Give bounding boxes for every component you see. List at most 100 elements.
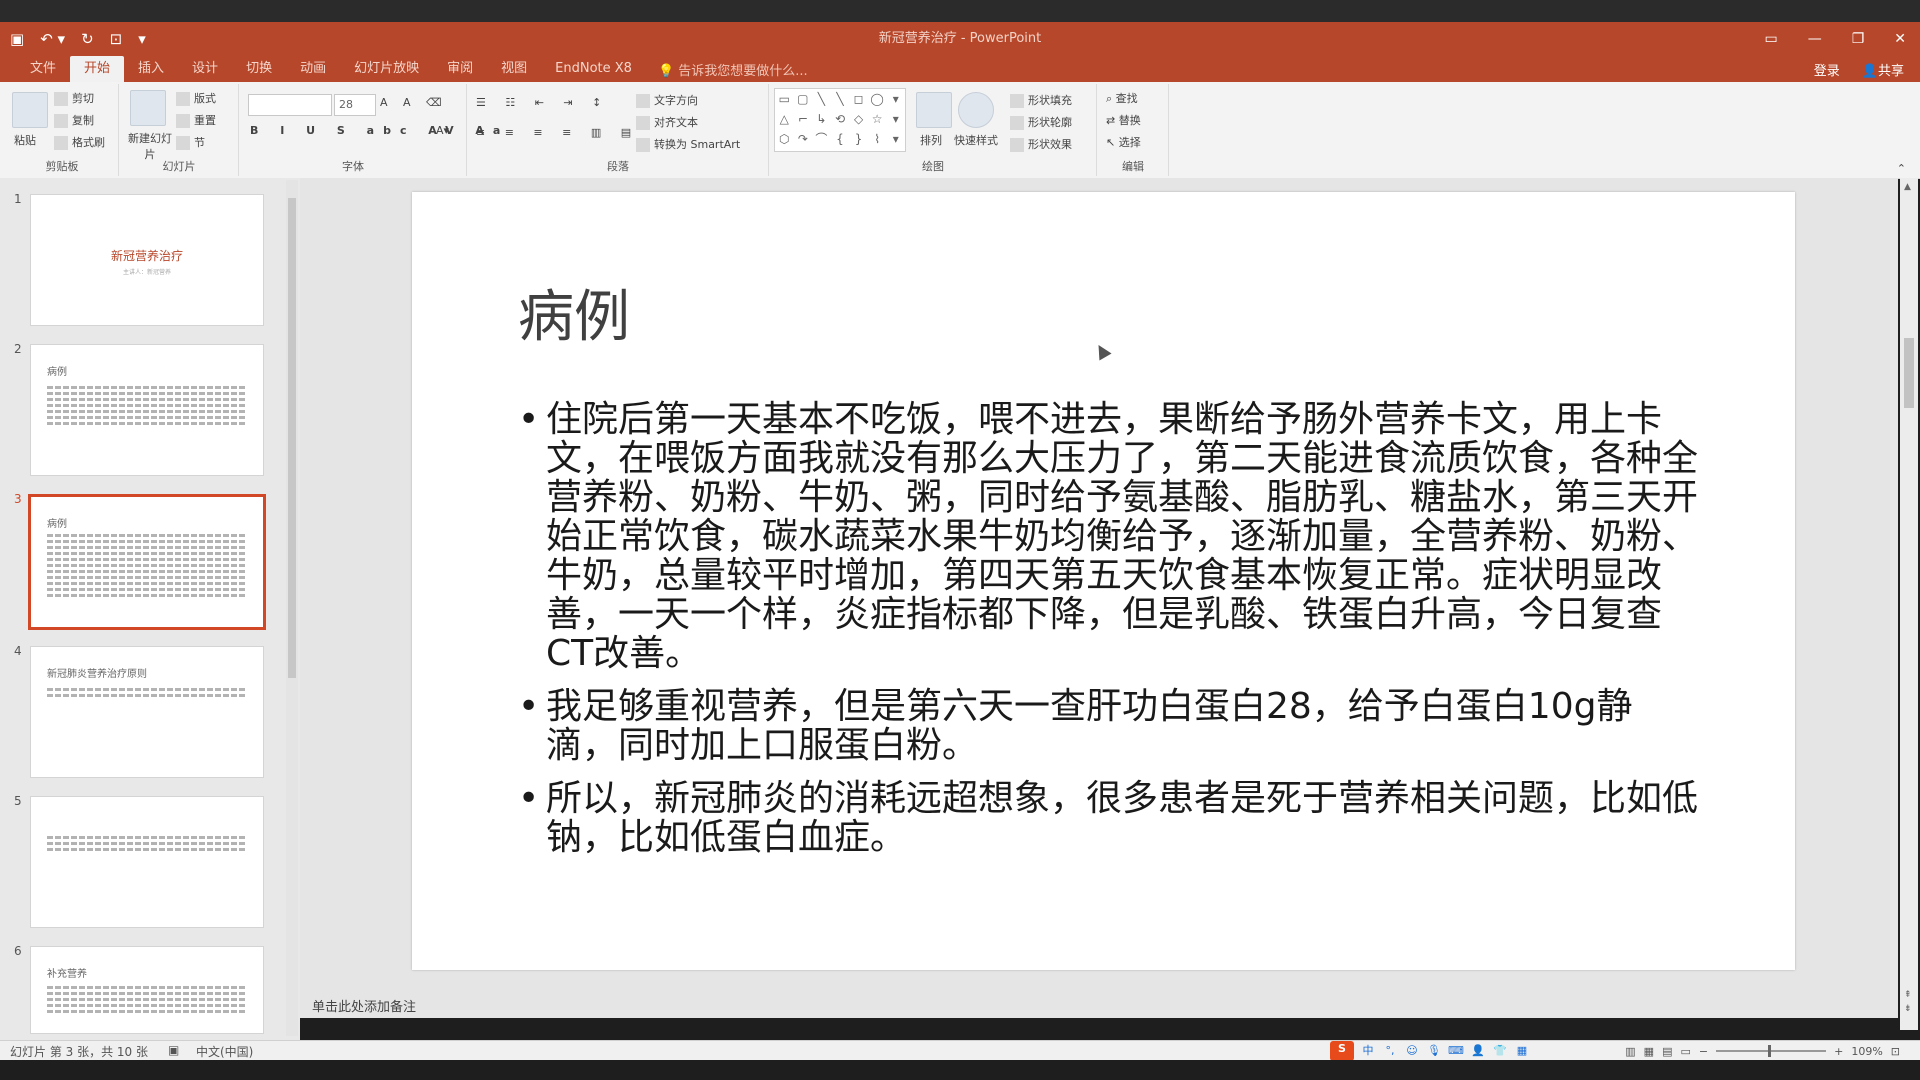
zoom-in-icon[interactable]: +: [1834, 1045, 1843, 1058]
ime-user-icon[interactable]: 👤: [1470, 1043, 1486, 1059]
reset-button[interactable]: 重置: [176, 112, 216, 128]
slide-thumbnail-5[interactable]: [30, 796, 264, 928]
fit-to-window-icon[interactable]: ⊡: [1891, 1045, 1900, 1058]
text-direction-button[interactable]: 文字方向: [636, 92, 698, 108]
thumb-title: 新冠营养治疗: [110, 249, 183, 263]
format-painter-button[interactable]: 格式刷: [54, 134, 105, 150]
align-text-icon: [636, 116, 650, 130]
zoom-out-icon[interactable]: −: [1699, 1045, 1708, 1058]
align-buttons[interactable]: ≡ ≡ ≡ ≡ ▥ ▤: [476, 126, 639, 139]
login-button[interactable]: 登录: [1814, 60, 1840, 79]
new-slide-icon[interactable]: [130, 90, 166, 126]
tab-home[interactable]: 开始: [70, 56, 125, 82]
slide-sorter-icon[interactable]: ▦: [1644, 1045, 1654, 1058]
smartart-button[interactable]: 转换为 SmartArt: [636, 136, 740, 152]
ribbon-display-icon[interactable]: ▭: [1764, 31, 1777, 47]
thumbnail-scroll-thumb[interactable]: [288, 198, 296, 678]
slideshow-view-icon[interactable]: ▭: [1680, 1045, 1690, 1058]
thumbnail-scrollbar[interactable]: [286, 180, 298, 1036]
slide-title[interactable]: 病例: [518, 272, 630, 353]
tab-endnote[interactable]: EndNote X8: [541, 56, 646, 82]
layout-button[interactable]: 版式: [176, 90, 216, 106]
undo-icon[interactable]: ↶ ▾: [40, 30, 65, 48]
ime-shirt-icon[interactable]: 👕: [1492, 1043, 1508, 1059]
close-icon[interactable]: ✕: [1894, 31, 1906, 47]
slide-thumbnail-4[interactable]: 新冠肺炎营养治疗原则: [30, 646, 264, 778]
select-button[interactable]: ↖ 选择: [1106, 134, 1141, 150]
prev-slide-icon[interactable]: ⇞: [1904, 990, 1912, 1000]
arrange-icon[interactable]: [916, 92, 952, 128]
find-button[interactable]: ⌕ 查找: [1106, 90, 1138, 106]
ime-chinese-icon[interactable]: 中: [1360, 1043, 1376, 1059]
slide-content-placeholder[interactable]: 住院后第一天基本不吃饭，喂不进去，果断给予肠外营养卡文，用上卡文，在喂饭方面我就…: [518, 400, 1698, 871]
arrange-button[interactable]: 排列: [920, 132, 942, 148]
redo-icon[interactable]: ↻: [81, 30, 94, 48]
quick-styles-button[interactable]: 快速样式: [954, 132, 998, 148]
spellcheck-icon[interactable]: ▣: [168, 1043, 179, 1057]
scroll-up-icon[interactable]: ▲: [1904, 182, 1911, 192]
reading-view-icon[interactable]: ▤: [1662, 1045, 1672, 1058]
tab-animations[interactable]: 动画: [286, 56, 340, 82]
ime-punct-icon[interactable]: °,: [1382, 1043, 1398, 1059]
ime-grid-icon[interactable]: ▦: [1514, 1043, 1530, 1059]
group-label-font: 字体: [342, 160, 364, 173]
start-slideshow-icon[interactable]: ⊡: [110, 30, 123, 48]
list-buttons[interactable]: ☰ ☷ ⇤ ⇥ ↕: [476, 96, 609, 109]
current-slide[interactable]: 病例 住院后第一天基本不吃饭，喂不进去，果断给予肠外营养卡文，用上卡文，在喂饭方…: [412, 192, 1795, 970]
collapse-ribbon-icon[interactable]: ⌃: [1897, 162, 1906, 175]
copy-button[interactable]: 复制: [54, 112, 94, 128]
font-name-combo[interactable]: [248, 94, 332, 116]
slide-scrollbar[interactable]: ▲ ⇞ ⇟: [1900, 178, 1918, 1030]
slide-scroll-thumb[interactable]: [1904, 338, 1914, 408]
paste-icon[interactable]: [12, 92, 48, 128]
ime-mic-icon[interactable]: 🎙: [1426, 1043, 1442, 1059]
cut-button[interactable]: 剪切: [54, 90, 94, 106]
quick-styles-icon[interactable]: [958, 92, 994, 128]
zoom-slider[interactable]: [1716, 1045, 1827, 1057]
tab-review[interactable]: 审阅: [433, 56, 487, 82]
replace-button[interactable]: ⇄ 替换: [1106, 112, 1141, 128]
ime-keyboard-icon[interactable]: ⌨: [1448, 1043, 1464, 1059]
tab-insert[interactable]: 插入: [124, 56, 178, 82]
reset-label: 重置: [194, 114, 216, 127]
next-slide-icon[interactable]: ⇟: [1904, 1004, 1912, 1014]
notes-placeholder[interactable]: 单击此处添加备注: [312, 996, 416, 1015]
font-size-combo[interactable]: 28: [334, 94, 376, 116]
slide-thumbnail-1[interactable]: 新冠营养治疗 主讲人：新冠营养: [30, 194, 264, 326]
shape-outline-button[interactable]: 形状轮廓: [1010, 114, 1072, 130]
language-indicator[interactable]: 中文(中国): [196, 1043, 253, 1060]
reset-icon: [176, 114, 190, 128]
minimize-icon[interactable]: —: [1808, 31, 1822, 47]
ime-emoji-icon[interactable]: ☺: [1404, 1043, 1420, 1059]
shapes-gallery[interactable]: ▭ ▢ ╲ ╲ ◻ ◯ ▾ △ ⌐ ↳ ⟲ ◇ ☆ ▾ ⬡ ↷ ⌒{} ⌇ ▾: [774, 88, 906, 152]
normal-view-icon[interactable]: ▥: [1625, 1045, 1635, 1058]
shape-effects-button[interactable]: 形状效果: [1010, 136, 1072, 152]
ribbon-tabs: 文件 开始 插入 设计 切换 动画 幻灯片放映 审阅 视图 EndNote X8…: [16, 56, 808, 82]
shape-fill-button[interactable]: 形状填充: [1010, 92, 1072, 108]
grow-shrink-font-buttons[interactable]: A A ⌫: [380, 96, 448, 109]
zoom-level[interactable]: 109%: [1851, 1045, 1882, 1058]
layout-icon: [176, 92, 190, 106]
slide-thumbnail-3[interactable]: 病例: [28, 494, 266, 630]
tab-transitions[interactable]: 切换: [232, 56, 286, 82]
share-button[interactable]: 👤共享: [1862, 60, 1904, 79]
shape-fill-label: 形状填充: [1028, 94, 1072, 107]
ime-toolbar: S 中 °, ☺ 🎙 ⌨ 👤 👕 ▦: [1330, 1041, 1530, 1061]
save-icon[interactable]: ▣: [10, 30, 24, 48]
font-color-button[interactable]: A▾: [436, 124, 449, 137]
slide-thumbnail-6[interactable]: 补充营养: [30, 946, 264, 1034]
sogou-ime-icon[interactable]: S: [1330, 1041, 1354, 1061]
section-button[interactable]: 节: [176, 134, 205, 150]
tab-file[interactable]: 文件: [16, 56, 70, 82]
tab-slideshow[interactable]: 幻灯片放映: [340, 56, 433, 82]
thumb-text-lines: [47, 983, 247, 1016]
slide-thumbnail-2[interactable]: 病例: [30, 344, 264, 476]
customize-qat-icon[interactable]: ▾: [138, 30, 146, 48]
tell-me-search[interactable]: 💡 告诉我您想要做什么...: [658, 60, 808, 79]
restore-icon[interactable]: ❐: [1852, 31, 1865, 47]
paste-button[interactable]: 粘贴: [14, 132, 36, 148]
zoom-slider-thumb[interactable]: [1768, 1045, 1772, 1057]
tab-design[interactable]: 设计: [178, 56, 232, 82]
tab-view[interactable]: 视图: [487, 56, 541, 82]
align-text-button[interactable]: 对齐文本: [636, 114, 698, 130]
